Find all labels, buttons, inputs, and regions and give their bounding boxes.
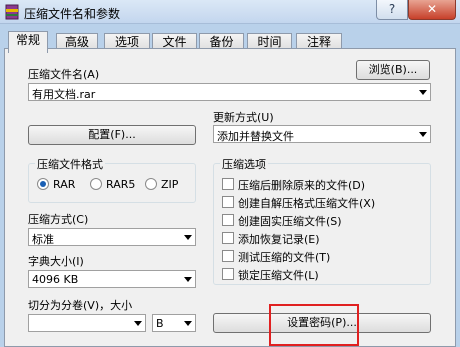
checkbox-solid[interactable] [222, 214, 234, 226]
highlight-box [269, 304, 359, 346]
radio-zip[interactable] [145, 178, 157, 190]
chevron-down-icon[interactable] [184, 235, 192, 240]
browse-button[interactable]: 浏览(B)... [356, 60, 430, 80]
compression-method-label: 压缩方式(C) [28, 213, 89, 226]
chevron-down-icon[interactable] [419, 132, 427, 137]
checkbox-recovery-record-label: 添加恢复记录(E) [238, 233, 320, 246]
radio-rar[interactable] [37, 178, 49, 190]
compression-options-caption: 压缩选项 [220, 156, 268, 172]
split-size-combo[interactable] [28, 314, 146, 332]
tab-general[interactable]: 常规 [8, 31, 48, 53]
chevron-down-icon[interactable] [134, 321, 142, 326]
checkbox-delete-after-label: 压缩后删除原来的文件(D) [238, 179, 366, 192]
archive-name-label: 压缩文件名(A) [28, 68, 100, 81]
compression-method-dropdown[interactable]: 标准 [28, 228, 196, 246]
archive-name-value: 有用文档.rar [32, 88, 96, 101]
split-unit-value: B [156, 317, 164, 330]
dictionary-size-label: 字典大小(I) [28, 255, 84, 268]
dictionary-size-value: 4096 KB [32, 273, 79, 286]
split-volumes-label: 切分为分卷(V)，大小 [28, 299, 133, 312]
radio-rar-label: RAR [53, 178, 76, 191]
radio-rar5[interactable] [90, 178, 102, 190]
winrar-icon [5, 4, 19, 20]
dictionary-size-dropdown[interactable]: 4096 KB [28, 270, 196, 288]
radio-rar5-label: RAR5 [106, 178, 136, 191]
checkbox-sfx-label: 创建自解压格式压缩文件(X) [238, 197, 376, 210]
compression-method-value: 标准 [32, 233, 54, 246]
profiles-button[interactable]: 配置(F)... [28, 125, 196, 145]
checkbox-solid-label: 创建固实压缩文件(S) [238, 215, 342, 228]
update-mode-dropdown[interactable]: 添加并替换文件 [213, 125, 431, 143]
checkbox-sfx[interactable] [222, 196, 234, 208]
update-mode-label: 更新方式(U) [213, 111, 274, 124]
archive-name-combo[interactable]: 有用文档.rar [28, 83, 431, 101]
checkbox-recovery-record[interactable] [222, 232, 234, 244]
help-button[interactable]: ? [376, 0, 408, 20]
checkbox-test-files-label: 测试压缩的文件(T) [238, 251, 331, 264]
checkbox-lock-archive-label: 锁定压缩文件(L) [238, 269, 319, 282]
checkbox-delete-after[interactable] [222, 178, 234, 190]
radio-zip-label: ZIP [161, 178, 179, 191]
update-mode-value: 添加并替换文件 [217, 130, 294, 143]
close-button[interactable]: ✕ [408, 0, 456, 20]
split-unit-dropdown[interactable]: B [152, 314, 196, 332]
checkbox-test-files[interactable] [222, 250, 234, 262]
chevron-down-icon[interactable] [184, 277, 192, 282]
title-bar: 压缩文件名和参数 ? ✕ [0, 0, 460, 24]
window-title: 压缩文件名和参数 [24, 7, 121, 21]
chevron-down-icon[interactable] [419, 90, 427, 95]
chevron-down-icon[interactable] [184, 321, 192, 326]
archive-format-caption: 压缩文件格式 [35, 156, 105, 172]
checkbox-lock-archive[interactable] [222, 268, 234, 280]
